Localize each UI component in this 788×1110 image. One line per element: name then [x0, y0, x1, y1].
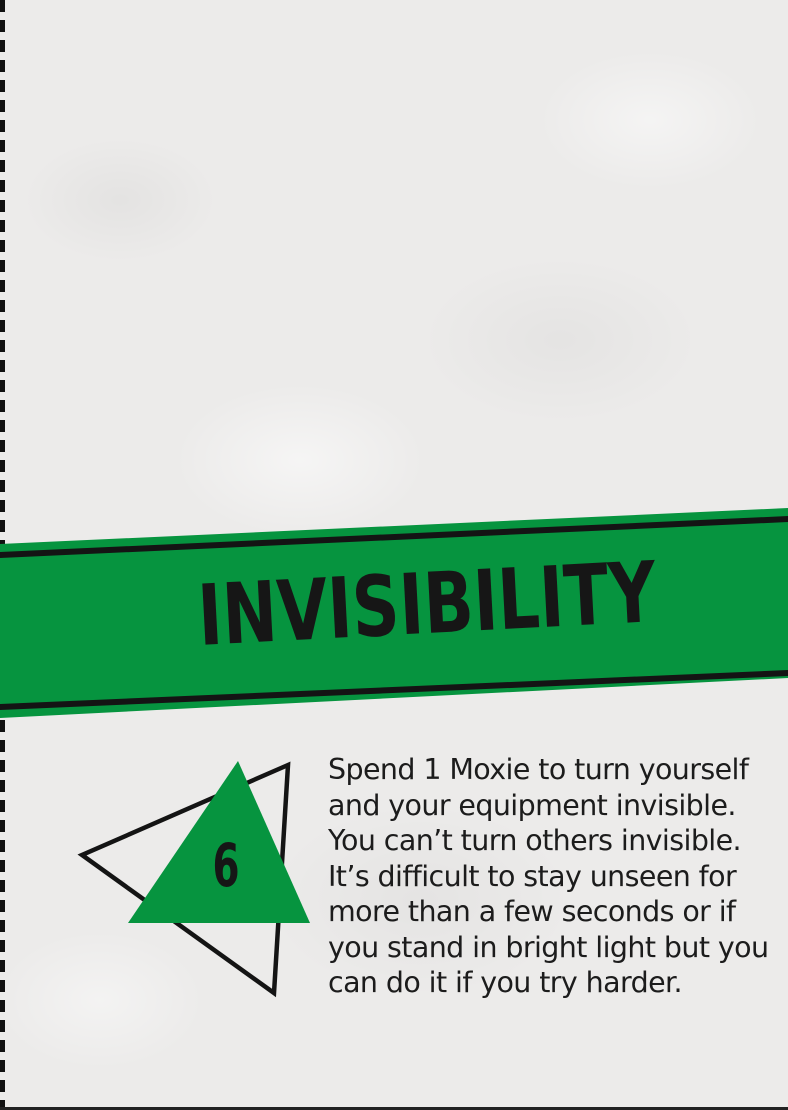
overlapping-triangles-icon — [77, 761, 310, 998]
card-description: Spend 1 Moxie to turn yourself and your … — [328, 753, 769, 999]
cost-value: 6 — [212, 831, 240, 901]
card-title: INVISIBILITY — [195, 543, 659, 665]
